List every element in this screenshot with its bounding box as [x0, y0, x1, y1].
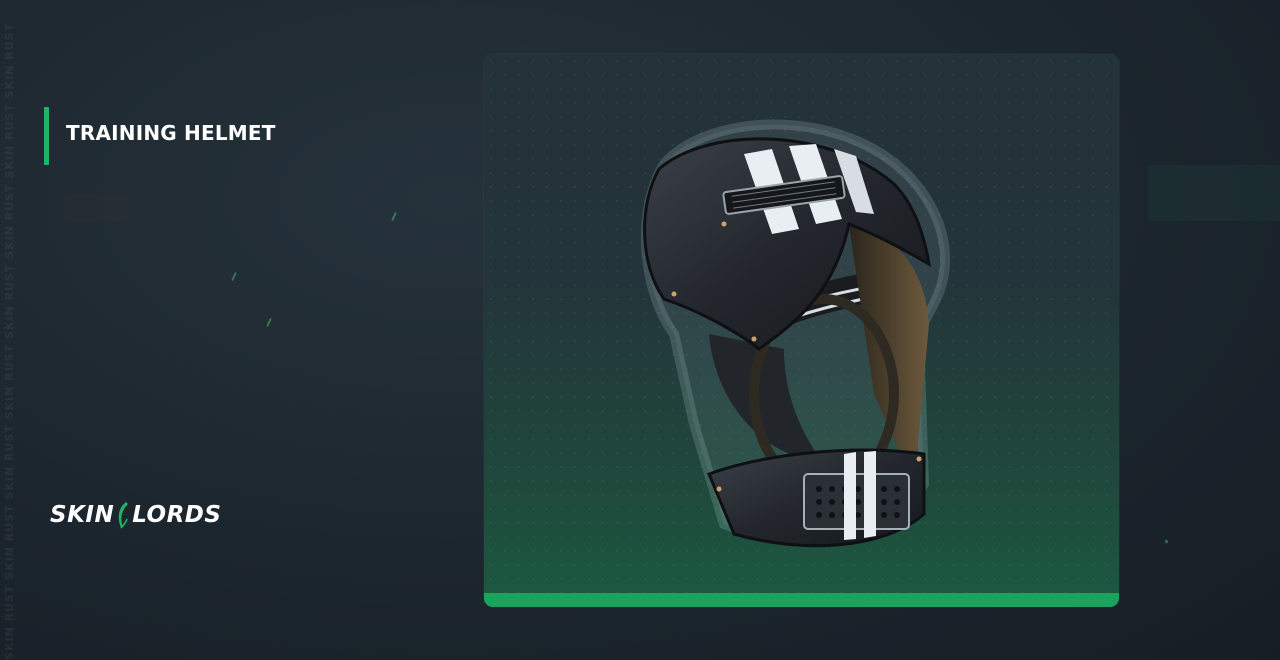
training-helmet-image: [640, 119, 951, 548]
decor-speck: [1164, 539, 1169, 544]
logo-blade-icon: [118, 502, 129, 529]
skinlords-logo: SKIN LORDS: [50, 500, 221, 530]
rarity-bar: [484, 593, 1119, 607]
background-panel-ghost: [1148, 165, 1280, 221]
decor-speck: [266, 317, 272, 328]
decor-speck: [231, 271, 237, 282]
price-badge-placeholder: [64, 193, 128, 223]
item-title: TRAINING HELMET: [66, 121, 276, 145]
side-watermark: SKIN RUST SKIN RUST SKIN RUST SKIN RUST …: [3, 22, 16, 660]
item-image-card: [484, 54, 1119, 607]
title-accent-bar: [44, 107, 49, 165]
logo-text-skin: SKIN: [50, 502, 115, 528]
logo-text-lords: LORDS: [132, 502, 222, 528]
decor-speck: [391, 211, 397, 222]
